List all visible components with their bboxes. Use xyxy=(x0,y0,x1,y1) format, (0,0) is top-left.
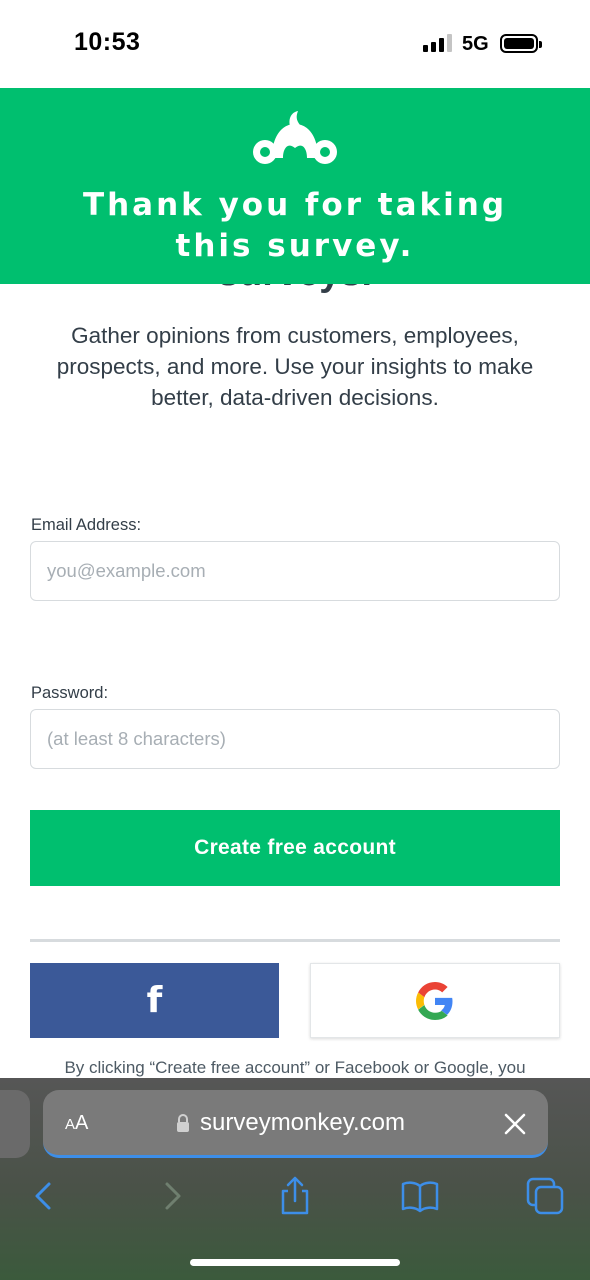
google-signup-button[interactable] xyxy=(310,963,560,1038)
previous-tab-preview[interactable] xyxy=(0,1090,30,1158)
status-bar: 10:53 5G xyxy=(0,0,590,88)
home-indicator xyxy=(190,1259,400,1266)
close-icon[interactable] xyxy=(503,1112,527,1136)
facebook-signup-button[interactable]: f xyxy=(30,963,279,1038)
banner-title: Thank you for taking this survey. xyxy=(40,185,550,267)
network-type: 5G xyxy=(462,33,489,55)
google-g-icon xyxy=(416,981,453,1020)
back-icon[interactable] xyxy=(24,1176,64,1216)
password-label: Password: xyxy=(31,684,109,702)
facebook-f-icon: f xyxy=(146,980,163,1021)
email-label: Email Address: xyxy=(31,516,142,534)
surveymonkey-logo-icon xyxy=(253,111,337,164)
battery-icon xyxy=(500,34,542,53)
forward-icon[interactable] xyxy=(152,1176,192,1216)
tabs-icon[interactable] xyxy=(525,1176,565,1216)
status-time: 10:53 xyxy=(74,28,141,56)
share-icon[interactable] xyxy=(275,1176,315,1216)
text-size-button[interactable]: AA xyxy=(65,1112,88,1135)
create-account-button[interactable]: Create free account xyxy=(30,810,560,886)
url-text: surveymonkey.com xyxy=(200,1109,405,1136)
password-field[interactable] xyxy=(30,709,560,769)
address-bar[interactable]: AA surveymonkey.com xyxy=(43,1090,548,1158)
legal-text: By clicking “Create free account” or Fac… xyxy=(64,1058,526,1077)
bookmarks-icon[interactable] xyxy=(400,1176,440,1216)
cellular-signal-icon xyxy=(423,34,452,52)
banner-title-line2: this survey. xyxy=(175,228,415,264)
email-field[interactable] xyxy=(30,541,560,601)
banner-title-line1: Thank you for taking xyxy=(82,187,508,223)
lock-icon xyxy=(177,1114,189,1132)
divider xyxy=(30,939,560,942)
intro-text: Gather opinions from customers, employee… xyxy=(56,323,534,410)
